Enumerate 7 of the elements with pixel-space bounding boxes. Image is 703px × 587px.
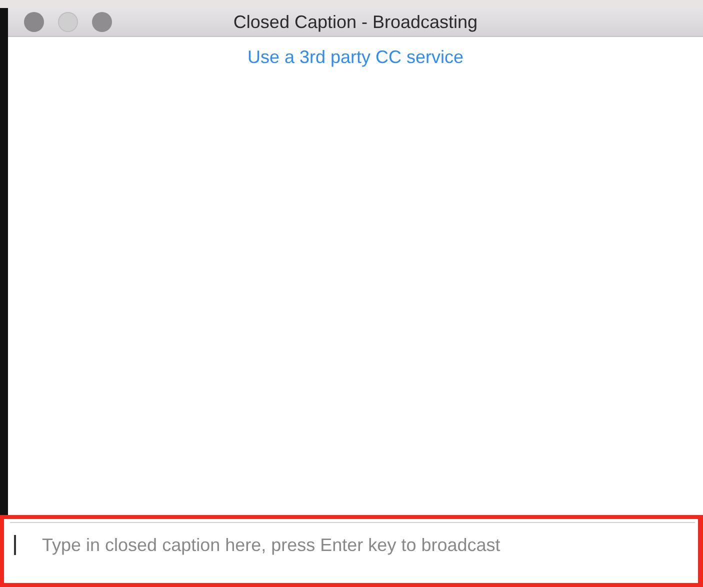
minimize-icon[interactable] (58, 12, 78, 32)
window-title: Closed Caption - Broadcasting (233, 12, 478, 32)
close-icon[interactable] (24, 12, 44, 32)
text-cursor (14, 535, 16, 555)
zoom-icon[interactable] (92, 12, 112, 32)
caption-input-field[interactable]: Type in closed caption here, press Enter key to broadcast (10, 523, 695, 587)
third-party-cc-link[interactable]: Use a 3rd party CC service (247, 47, 464, 69)
